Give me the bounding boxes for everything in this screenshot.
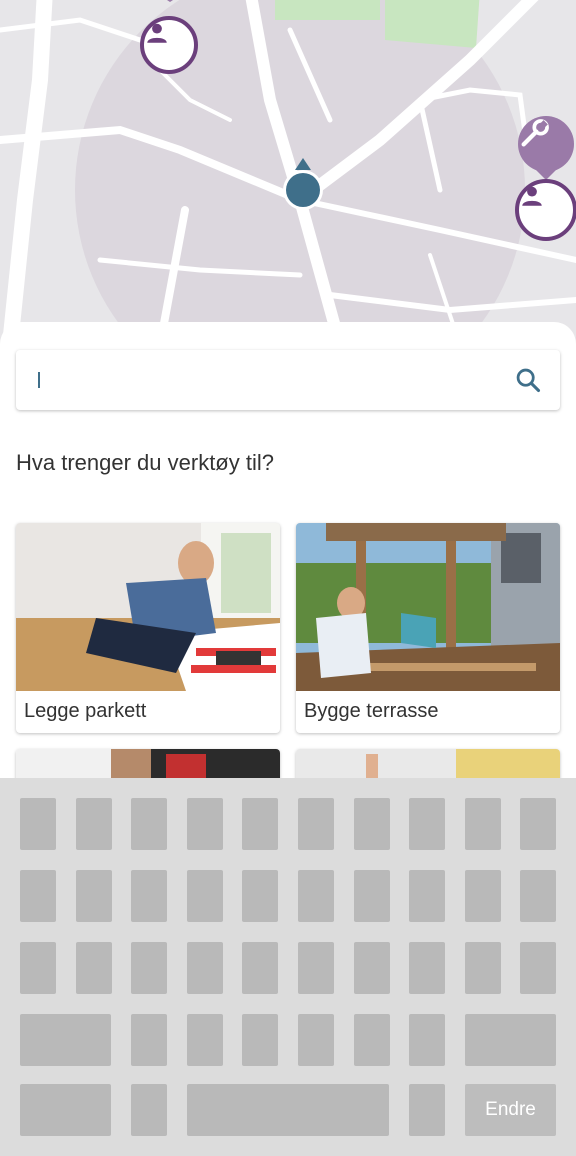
keyboard-key[interactable] <box>131 798 167 850</box>
keyboard-key[interactable] <box>242 1014 278 1066</box>
keyboard-key[interactable] <box>354 798 390 850</box>
keyboard-key[interactable] <box>354 870 390 922</box>
section-heading: Hva trenger du verktøy til? <box>16 450 274 475</box>
shift-key[interactable] <box>20 1014 111 1066</box>
keyboard-key[interactable] <box>409 870 445 922</box>
keyboard-key[interactable] <box>20 870 56 922</box>
keyboard-key[interactable] <box>520 798 556 850</box>
search-input[interactable] <box>36 364 500 398</box>
period-key[interactable] <box>409 1084 445 1136</box>
keyboard-key[interactable] <box>131 870 167 922</box>
keyboard-key[interactable] <box>187 870 223 922</box>
search-icon[interactable] <box>514 366 542 394</box>
keyboard-key[interactable] <box>465 798 501 850</box>
keyboard-key[interactable] <box>76 798 112 850</box>
text-cursor <box>38 372 40 388</box>
keyboard-key[interactable] <box>409 798 445 850</box>
card-legge-parkett[interactable]: Legge parkett <box>16 523 280 733</box>
keyboard-key[interactable] <box>187 798 223 850</box>
search-bar <box>16 350 560 410</box>
keyboard-key[interactable] <box>242 798 278 850</box>
enter-key[interactable]: Endre <box>465 1084 556 1136</box>
keyboard-key[interactable] <box>131 1014 167 1066</box>
keyboard-key[interactable] <box>76 870 112 922</box>
keyboard-key[interactable] <box>354 942 390 994</box>
keyboard-key[interactable] <box>354 1014 390 1066</box>
keyboard-key[interactable] <box>520 942 556 994</box>
marker-bubble-tail <box>167 0 173 2</box>
keyboard-key[interactable] <box>409 942 445 994</box>
wrench-icon <box>518 116 574 172</box>
keyboard-key[interactable] <box>187 1014 223 1066</box>
keyboard-key[interactable] <box>298 1014 334 1066</box>
keyboard-key[interactable] <box>298 798 334 850</box>
person-icon <box>522 186 542 206</box>
map[interactable] <box>0 0 576 345</box>
keyboard-key[interactable] <box>465 942 501 994</box>
card-label: Legge parkett <box>24 700 147 722</box>
keyboard-key[interactable] <box>131 942 167 994</box>
keyboard-key[interactable] <box>187 942 223 994</box>
card-label: Bygge terrasse <box>304 700 439 722</box>
tool-bubble[interactable] <box>518 116 576 182</box>
comma-key[interactable] <box>131 1084 167 1136</box>
keyboard-key[interactable] <box>20 798 56 850</box>
keyboard-key[interactable] <box>242 870 278 922</box>
backspace-key[interactable] <box>465 1014 556 1066</box>
keyboard-key[interactable] <box>298 870 334 922</box>
keyboard-key[interactable] <box>298 942 334 994</box>
keyboard-key[interactable] <box>409 1014 445 1066</box>
keyboard-key[interactable] <box>242 942 278 994</box>
user-marker-right[interactable] <box>515 179 576 241</box>
keyboard-key[interactable] <box>76 942 112 994</box>
person-icon <box>140 16 198 74</box>
keyboard-key[interactable] <box>465 870 501 922</box>
card-image <box>16 523 280 691</box>
keyboard: Endre <box>0 778 576 1156</box>
card-bygge-terrasse[interactable]: Bygge terrasse <box>296 523 560 733</box>
keyboard-key[interactable] <box>20 942 56 994</box>
space-key[interactable] <box>187 1084 389 1136</box>
symbols-key[interactable] <box>20 1084 111 1136</box>
current-location <box>281 158 325 212</box>
user-marker-top[interactable] <box>140 0 200 82</box>
card-image <box>296 523 560 691</box>
keyboard-key[interactable] <box>520 870 556 922</box>
location-dot-icon <box>283 158 323 210</box>
